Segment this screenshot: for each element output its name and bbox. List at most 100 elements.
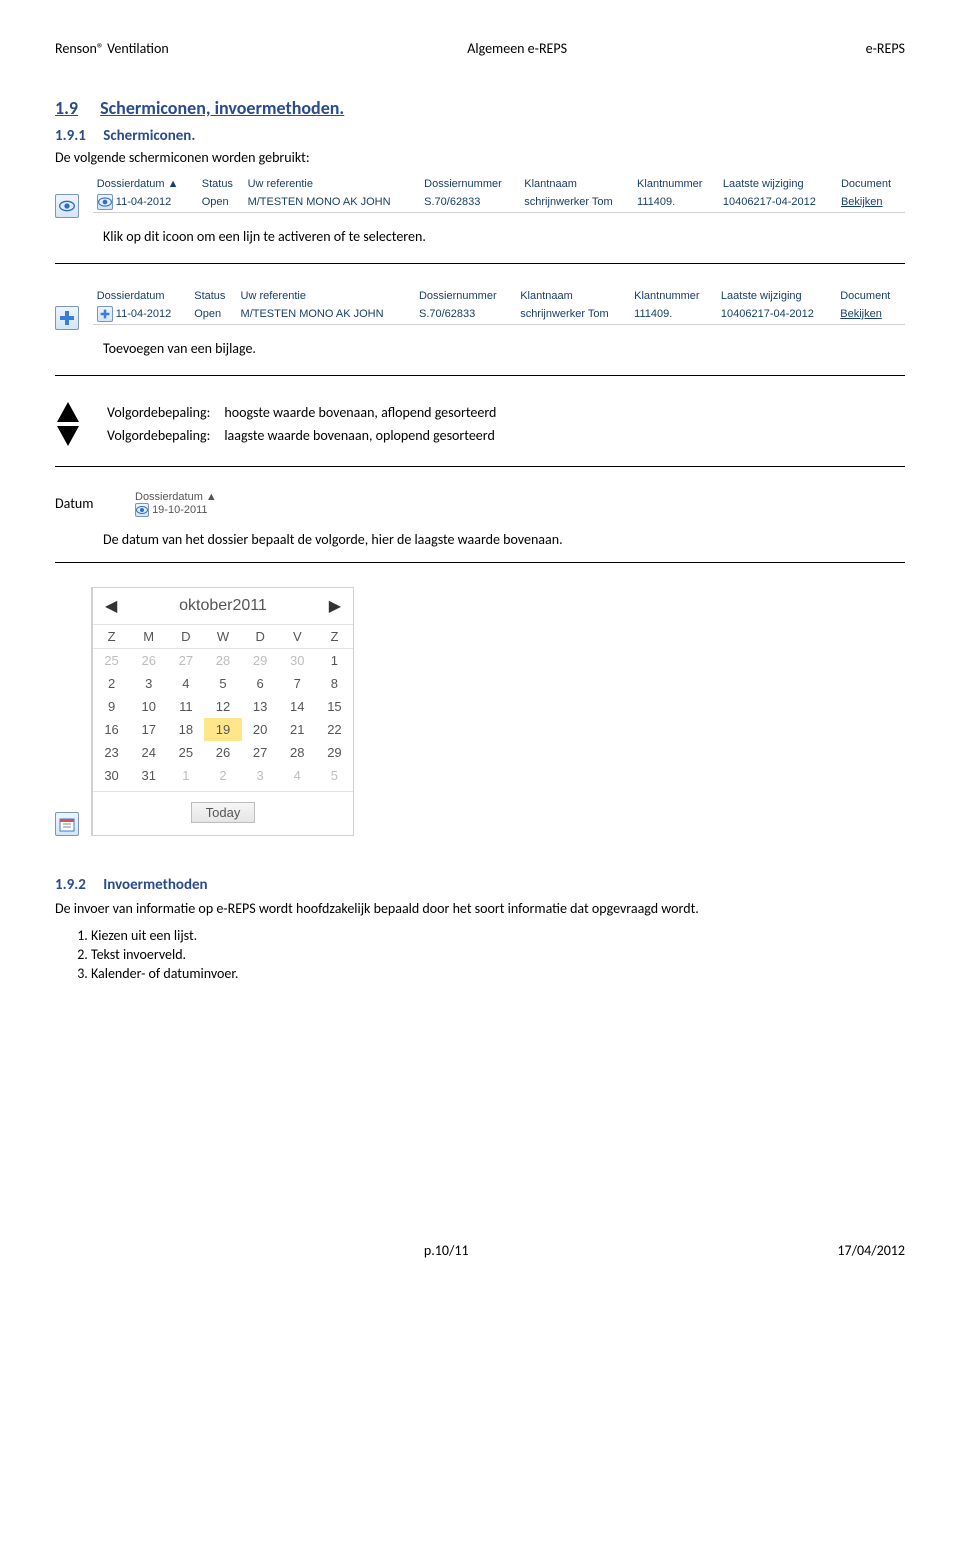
calendar-day[interactable]: 12 — [204, 695, 241, 718]
calendar-day[interactable]: 7 — [279, 672, 316, 695]
calendar-day[interactable]: 2 — [93, 672, 130, 695]
row-eye-icon[interactable] — [97, 194, 113, 210]
calendar-day[interactable]: 2 — [204, 764, 241, 787]
cell-dossiernummer: S.70/62833 — [415, 304, 516, 325]
calendar-day[interactable]: 26 — [130, 649, 167, 673]
row-eye-icon[interactable] — [135, 503, 149, 517]
calendar-day[interactable]: 22 — [316, 718, 353, 741]
header-center: Algemeen e-REPS — [467, 40, 567, 57]
calendar-day[interactable]: 9 — [93, 695, 130, 718]
calendar-day[interactable]: 20 — [242, 718, 279, 741]
eye-icon[interactable] — [55, 194, 79, 218]
sort-arrows-icon — [55, 400, 83, 452]
calendar-day[interactable]: 11 — [167, 695, 204, 718]
calendar-next-icon[interactable]: ▶ — [329, 596, 341, 616]
calendar-day[interactable]: 15 — [316, 695, 353, 718]
calendar-day[interactable]: 25 — [93, 649, 130, 673]
col-document[interactable]: Document — [837, 176, 905, 192]
cell-dossiernummer: S.70/62833 — [420, 192, 520, 213]
calendar-today-button[interactable]: Today — [191, 802, 256, 823]
separator — [55, 375, 905, 376]
col-klantnaam[interactable]: Klantnaam — [520, 176, 633, 192]
list-item: Tekst invoerveld. — [91, 946, 905, 963]
calendar-day[interactable]: 16 — [93, 718, 130, 741]
col-dossiernummer[interactable]: Dossiernummer — [415, 288, 516, 304]
header-right: e-REPS — [866, 40, 905, 57]
calendar-day[interactable]: 24 — [130, 741, 167, 764]
cell-laatstewijziging: 10406217-04-2012 — [719, 192, 837, 213]
calendar-day[interactable]: 30 — [279, 649, 316, 673]
cell-document[interactable]: Bekijken — [836, 304, 905, 325]
col-uwreferentie[interactable]: Uw referentie — [244, 176, 421, 192]
calendar-title: oktober2011 — [179, 597, 267, 615]
calendar-day[interactable]: 4 — [167, 672, 204, 695]
cell-status: Open — [190, 304, 236, 325]
subsection-1-number: 1.9.1 — [55, 127, 86, 145]
col-dossierdatum[interactable]: Dossierdatum ▲ — [93, 176, 198, 192]
sort-block: Volgordebepaling:hoogste waarde bovenaan… — [55, 400, 905, 452]
calendar-day[interactable]: 3 — [130, 672, 167, 695]
calendar-day[interactable]: 29 — [316, 741, 353, 764]
calendar-day[interactable]: 25 — [167, 741, 204, 764]
col-document[interactable]: Document — [836, 288, 905, 304]
calendar-day[interactable]: 13 — [242, 695, 279, 718]
cell-klantnummer: 111409. — [633, 192, 719, 213]
calendar-day[interactable]: 27 — [167, 649, 204, 673]
calendar-day[interactable]: 31 — [130, 764, 167, 787]
cell-dossierdatum: 11-04-2012 — [116, 196, 171, 208]
cell-document[interactable]: Bekijken — [837, 192, 905, 213]
calendar-dow: Z — [93, 625, 130, 649]
table-row[interactable]: 11-04-2012 Open M/TESTEN MONO AK JOHN S.… — [93, 192, 905, 213]
calendar-day[interactable]: 28 — [279, 741, 316, 764]
col-status[interactable]: Status — [190, 288, 236, 304]
datum-mini-header: Dossierdatum ▲ — [135, 491, 217, 503]
subsection-1-title: Schermiconen. — [103, 127, 195, 145]
row-plus-icon[interactable] — [97, 306, 113, 322]
calendar-prev-icon[interactable]: ◀ — [105, 596, 117, 616]
calendar-day[interactable]: 26 — [204, 741, 241, 764]
calendar-day[interactable]: 8 — [316, 672, 353, 695]
page-footer: p.10/11 17/04/2012 — [55, 1242, 905, 1259]
calendar-day[interactable]: 19 — [204, 718, 241, 741]
calendar-icon[interactable] — [55, 812, 79, 836]
section-number: 1.9 — [55, 97, 78, 119]
col-laatstewijziging[interactable]: Laatste wijziging — [717, 288, 836, 304]
section-heading: 1.9 Schermiconen, invoermethoden. — [55, 97, 905, 119]
calendar-day[interactable]: 1 — [316, 649, 353, 673]
col-status[interactable]: Status — [198, 176, 244, 192]
caption-eye-icon: Klik op dit icoon om een lijn te activer… — [103, 228, 905, 245]
table-row[interactable]: 11-04-2012 Open M/TESTEN MONO AK JOHN S.… — [93, 304, 905, 325]
calendar-day[interactable]: 3 — [242, 764, 279, 787]
calendar-day[interactable]: 17 — [130, 718, 167, 741]
calendar-day[interactable]: 29 — [242, 649, 279, 673]
plus-icon[interactable] — [55, 306, 79, 330]
calendar-day[interactable]: 1 — [167, 764, 204, 787]
calendar-day[interactable]: 4 — [279, 764, 316, 787]
datum-block: Datum Dossierdatum ▲ 19-10-2011 — [55, 491, 905, 517]
calendar-block: ◀ oktober2011 ▶ ZMDWDVZ 2526272829301234… — [55, 587, 905, 836]
col-dossiernummer[interactable]: Dossiernummer — [420, 176, 520, 192]
calendar-widget[interactable]: ◀ oktober2011 ▶ ZMDWDVZ 2526272829301234… — [91, 587, 354, 836]
col-klantnaam[interactable]: Klantnaam — [516, 288, 630, 304]
calendar-day[interactable]: 6 — [242, 672, 279, 695]
calendar-day[interactable]: 28 — [204, 649, 241, 673]
list-item: Kalender- of datuminvoer. — [91, 965, 905, 982]
col-klantnummer[interactable]: Klantnummer — [633, 176, 719, 192]
calendar-day[interactable]: 14 — [279, 695, 316, 718]
datum-caption: De datum van het dossier bepaalt de volg… — [103, 531, 905, 548]
calendar-day[interactable]: 27 — [242, 741, 279, 764]
cell-uwreferentie: M/TESTEN MONO AK JOHN — [244, 192, 421, 213]
col-laatstewijziging[interactable]: Laatste wijziging — [719, 176, 837, 192]
calendar-day[interactable]: 10 — [130, 695, 167, 718]
calendar-day[interactable]: 23 — [93, 741, 130, 764]
calendar-day[interactable]: 5 — [316, 764, 353, 787]
calendar-day[interactable]: 5 — [204, 672, 241, 695]
calendar-day[interactable]: 30 — [93, 764, 130, 787]
col-uwreferentie[interactable]: Uw referentie — [237, 288, 415, 304]
calendar-dow: V — [279, 625, 316, 649]
cell-klantnaam: schrijnwerker Tom — [516, 304, 630, 325]
col-dossierdatum[interactable]: Dossierdatum — [93, 288, 191, 304]
calendar-day[interactable]: 18 — [167, 718, 204, 741]
col-klantnummer[interactable]: Klantnummer — [630, 288, 717, 304]
calendar-day[interactable]: 21 — [279, 718, 316, 741]
